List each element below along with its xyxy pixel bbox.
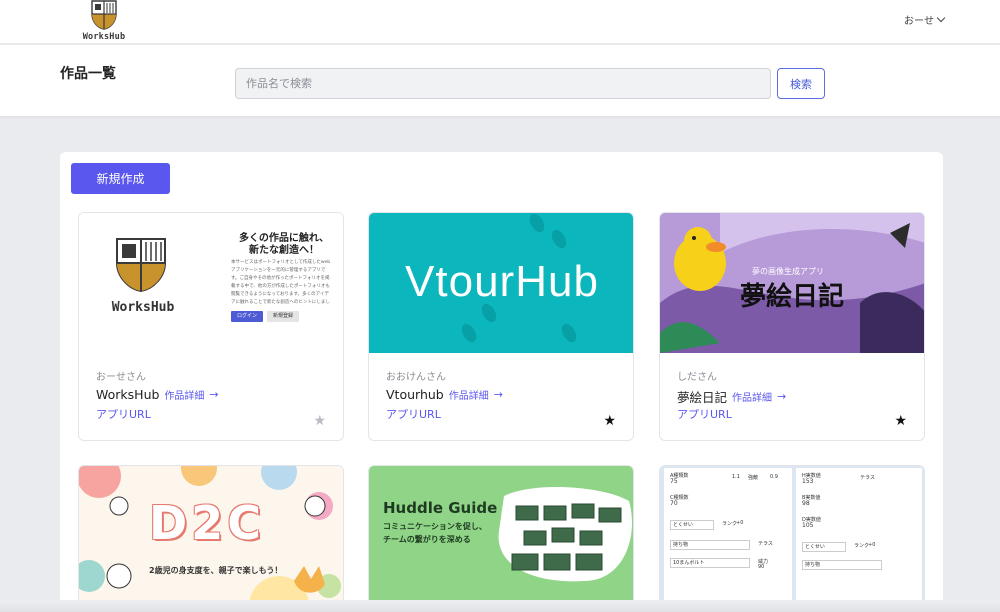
power-value: 90	[758, 564, 765, 570]
work-thumbnail[interactable]: A種類数 75 C種類数 70 1.1 強敵 0.9 とくせい ランク +0 持…	[660, 466, 924, 612]
work-card: WorksHub 多くの作品に触れ、 新たな創造へ！ 本サービスはポートフォリオ…	[78, 212, 344, 441]
workshub-logo-icon	[116, 238, 166, 293]
video-call-illustration	[498, 486, 632, 582]
calc-number: 0.9	[770, 474, 778, 480]
detail-link[interactable]: 作品詳細	[449, 387, 489, 402]
favorite-star-icon[interactable]: ★	[313, 413, 326, 429]
headline-line: 多くの作品に触れ、	[238, 233, 330, 244]
detail-link[interactable]: 作品詳細	[732, 389, 772, 404]
new-work-button[interactable]: 新規作成	[71, 163, 170, 194]
user-name: おーせ	[904, 16, 934, 27]
headline-line: 新たな創造へ！	[249, 245, 319, 256]
card-title: WorksHub	[96, 387, 160, 402]
thumbnail-body: 本サービスはポートフォリオとして作成したwebアプリケーションを一元的に管理する…	[231, 260, 331, 305]
thumbnail-login-button: ログイン	[231, 311, 263, 322]
rank-label: ランク	[854, 543, 870, 549]
card-author: おおけんさん	[386, 372, 446, 383]
rank-value: +0	[868, 542, 876, 548]
chevron-down-icon	[936, 13, 946, 23]
calc-label: テラス	[860, 475, 875, 481]
thumbnail-logo-text: VtourHub	[405, 257, 599, 306]
arrow-right-icon: →	[209, 388, 219, 401]
calc-number: 1.1	[732, 474, 740, 480]
tokusei-select[interactable]: とくせい	[802, 542, 846, 552]
calc-value: 75	[670, 478, 678, 485]
work-thumbnail[interactable]: VtourHub	[369, 213, 633, 353]
work-thumbnail[interactable]: D2C 2歳児の身支度を、親子で楽しもう！	[79, 466, 343, 612]
work-thumbnail[interactable]: Huddle Guide コミュニケーションを促し、 チームの繋がりを深める	[369, 466, 633, 612]
calc-value: 98	[802, 500, 810, 507]
arrow-right-icon: →	[777, 390, 787, 403]
mochimono-select[interactable]: 持ち物	[802, 560, 882, 570]
work-card: Huddle Guide コミュニケーションを促し、 チームの繋がりを深める	[368, 465, 634, 612]
app-logo[interactable]: WorksHub	[74, 0, 134, 44]
work-thumbnail[interactable]: 夢の画像生成アプリ 夢絵日記	[660, 213, 924, 353]
favorite-star-icon[interactable]: ★	[894, 413, 907, 429]
card-author: おーせさん	[96, 372, 146, 383]
toggle-label: テラス	[758, 541, 773, 547]
card-title: 夢絵日記	[677, 390, 728, 405]
work-card: VtourHub おおけんさん Vtourhub 作品詳細 → アプリURL ★	[368, 212, 634, 441]
thumbnail-caption: 2歳児の身支度を、親子で楽しもう！	[149, 566, 283, 575]
search-button[interactable]: 検索	[777, 68, 825, 99]
app-url-link[interactable]: アプリURL	[386, 406, 441, 422]
calc-label: 強敵	[748, 475, 759, 481]
rank-label: ランク	[722, 521, 738, 527]
thumbnail-headline: 多くの作品に触れ、 新たな創造へ！	[231, 233, 337, 257]
calc-panel-right: H実数値 153 テラス B実数値 98 D実数値 105 とくせい ランク +…	[796, 468, 922, 604]
thumbnail-logo-text: D2C	[149, 496, 265, 550]
logo-shield-icon	[91, 0, 117, 30]
card-title: Vtourhub	[386, 387, 444, 402]
page-bottom-edge	[0, 600, 1000, 612]
thumbnail-line: コミュニケーションを促し、	[383, 522, 487, 531]
favorite-star-icon[interactable]: ★	[603, 413, 616, 429]
page-title: 作品一覧	[60, 66, 116, 82]
calc-value: 70	[670, 500, 678, 507]
tokusei-select[interactable]: とくせい	[670, 520, 714, 530]
thumbnail-logo-text: 夢絵日記	[740, 282, 845, 312]
detail-link[interactable]: 作品詳細	[164, 387, 204, 402]
app-url-link[interactable]: アプリURL	[96, 406, 151, 422]
calc-value: 153	[802, 478, 814, 485]
page-header: 作品一覧 検索	[0, 45, 1000, 117]
user-menu[interactable]: おーせ	[904, 12, 946, 27]
card-title-row: Vtourhub 作品詳細 →	[386, 387, 503, 402]
thumbnail-title: Huddle Guide	[383, 499, 498, 517]
work-thumbnail[interactable]: WorksHub 多くの作品に触れ、 新たな創造へ！ 本サービスはポートフォリオ…	[79, 213, 343, 353]
card-title-row: WorksHub 作品詳細 →	[96, 387, 219, 402]
work-card: D2C 2歳児の身支度を、親子で楽しもう！	[78, 465, 344, 612]
top-nav: WorksHub おーせ	[0, 0, 1000, 44]
thumbnail-signup-button: 新規登録	[267, 311, 299, 322]
card-title-row: 夢絵日記 作品詳細 →	[677, 387, 786, 406]
mochimono-select[interactable]: 持ち物	[670, 540, 750, 550]
arrow-right-icon: →	[493, 388, 503, 401]
move-select[interactable]: 10まんボルト	[670, 558, 750, 568]
card-author: しださん	[677, 372, 717, 383]
work-card: 夢の画像生成アプリ 夢絵日記 しださん 夢絵日記 作品詳細 → アプリURL ★	[659, 212, 925, 441]
calc-value: 105	[802, 522, 814, 529]
logo-text: WorksHub	[82, 32, 126, 42]
rank-value: +0	[736, 520, 744, 526]
calc-panel-left: A種類数 75 C種類数 70 1.1 強敵 0.9 とくせい ランク +0 持…	[664, 468, 792, 604]
app-url-link[interactable]: アプリURL	[677, 406, 732, 422]
thumbnail-line: チームの繋がりを深める	[383, 535, 471, 544]
search-input[interactable]	[235, 68, 771, 99]
thumbnail-logo-text: WorksHub	[111, 300, 175, 315]
work-card: A種類数 75 C種類数 70 1.1 強敵 0.9 とくせい ランク +0 持…	[659, 465, 925, 612]
